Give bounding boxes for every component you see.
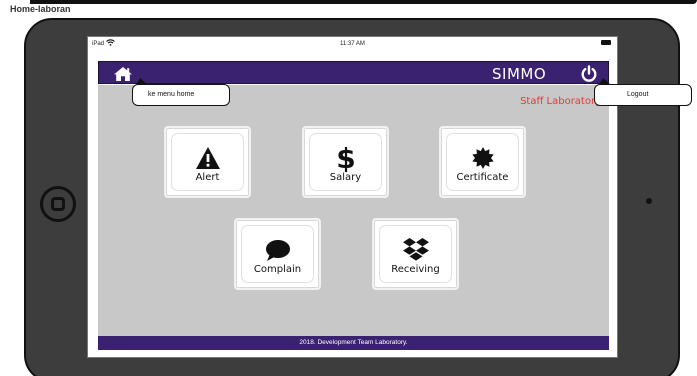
alert-label: Alert: [195, 172, 220, 183]
logout-callout-tail: [599, 78, 611, 85]
battery-icon: [601, 40, 611, 45]
alert-tile[interactable]: Alert: [164, 126, 251, 198]
tablet-home-button[interactable]: [40, 186, 76, 222]
camera-dot: [646, 198, 652, 204]
receiving-tile[interactable]: Receiving: [372, 218, 459, 290]
comment-icon: [263, 235, 293, 265]
certificate-tile-inner: Certificate: [446, 133, 519, 191]
wifi-icon: [106, 38, 115, 48]
complain-label: Complain: [253, 264, 302, 275]
alert-icon: [193, 143, 223, 173]
dashboard-content: Staff Laboratory Alert $ Salary Certific…: [98, 85, 609, 336]
status-device: iPad: [92, 41, 105, 47]
status-bar: iPad 11:37 AM: [88, 37, 617, 51]
power-icon[interactable]: [579, 65, 599, 83]
page-label: Home-laboran: [10, 4, 71, 14]
salary-tile-inner: $ Salary: [309, 133, 382, 191]
certificate-icon: [468, 143, 498, 173]
app-header: SIMMO: [98, 61, 609, 84]
dollar-icon: $: [331, 143, 361, 173]
salary-label: Salary: [329, 172, 362, 183]
complain-tile[interactable]: Complain: [234, 218, 321, 290]
role-label: Staff Laboratory: [520, 96, 601, 107]
home-icon[interactable]: [113, 66, 133, 82]
dropbox-icon: [401, 235, 431, 265]
alert-tile-inner: Alert: [171, 133, 244, 191]
tablet-home-button-inner: [51, 197, 65, 211]
svg-text:$: $: [336, 143, 355, 173]
app-footer: 2018. Development Team Laboratory.: [98, 336, 609, 350]
app-title: SIMMO: [492, 65, 547, 83]
receiving-tile-inner: Receiving: [379, 225, 452, 283]
salary-tile[interactable]: $ Salary: [302, 126, 389, 198]
logout-callout-text: Logout: [627, 91, 649, 98]
certificate-label: Certificate: [456, 172, 509, 183]
certificate-tile[interactable]: Certificate: [439, 126, 526, 198]
home-callout-text: ke menu home: [148, 91, 195, 98]
receiving-label: Receiving: [391, 264, 440, 275]
status-time: 11:37 AM: [340, 41, 365, 47]
home-callout: ke menu home: [132, 78, 230, 106]
home-callout-tail: [136, 78, 148, 85]
complain-tile-inner: Complain: [241, 225, 314, 283]
logout-callout: Logout: [594, 78, 692, 106]
top-frame-bar: [0, 0, 697, 4]
